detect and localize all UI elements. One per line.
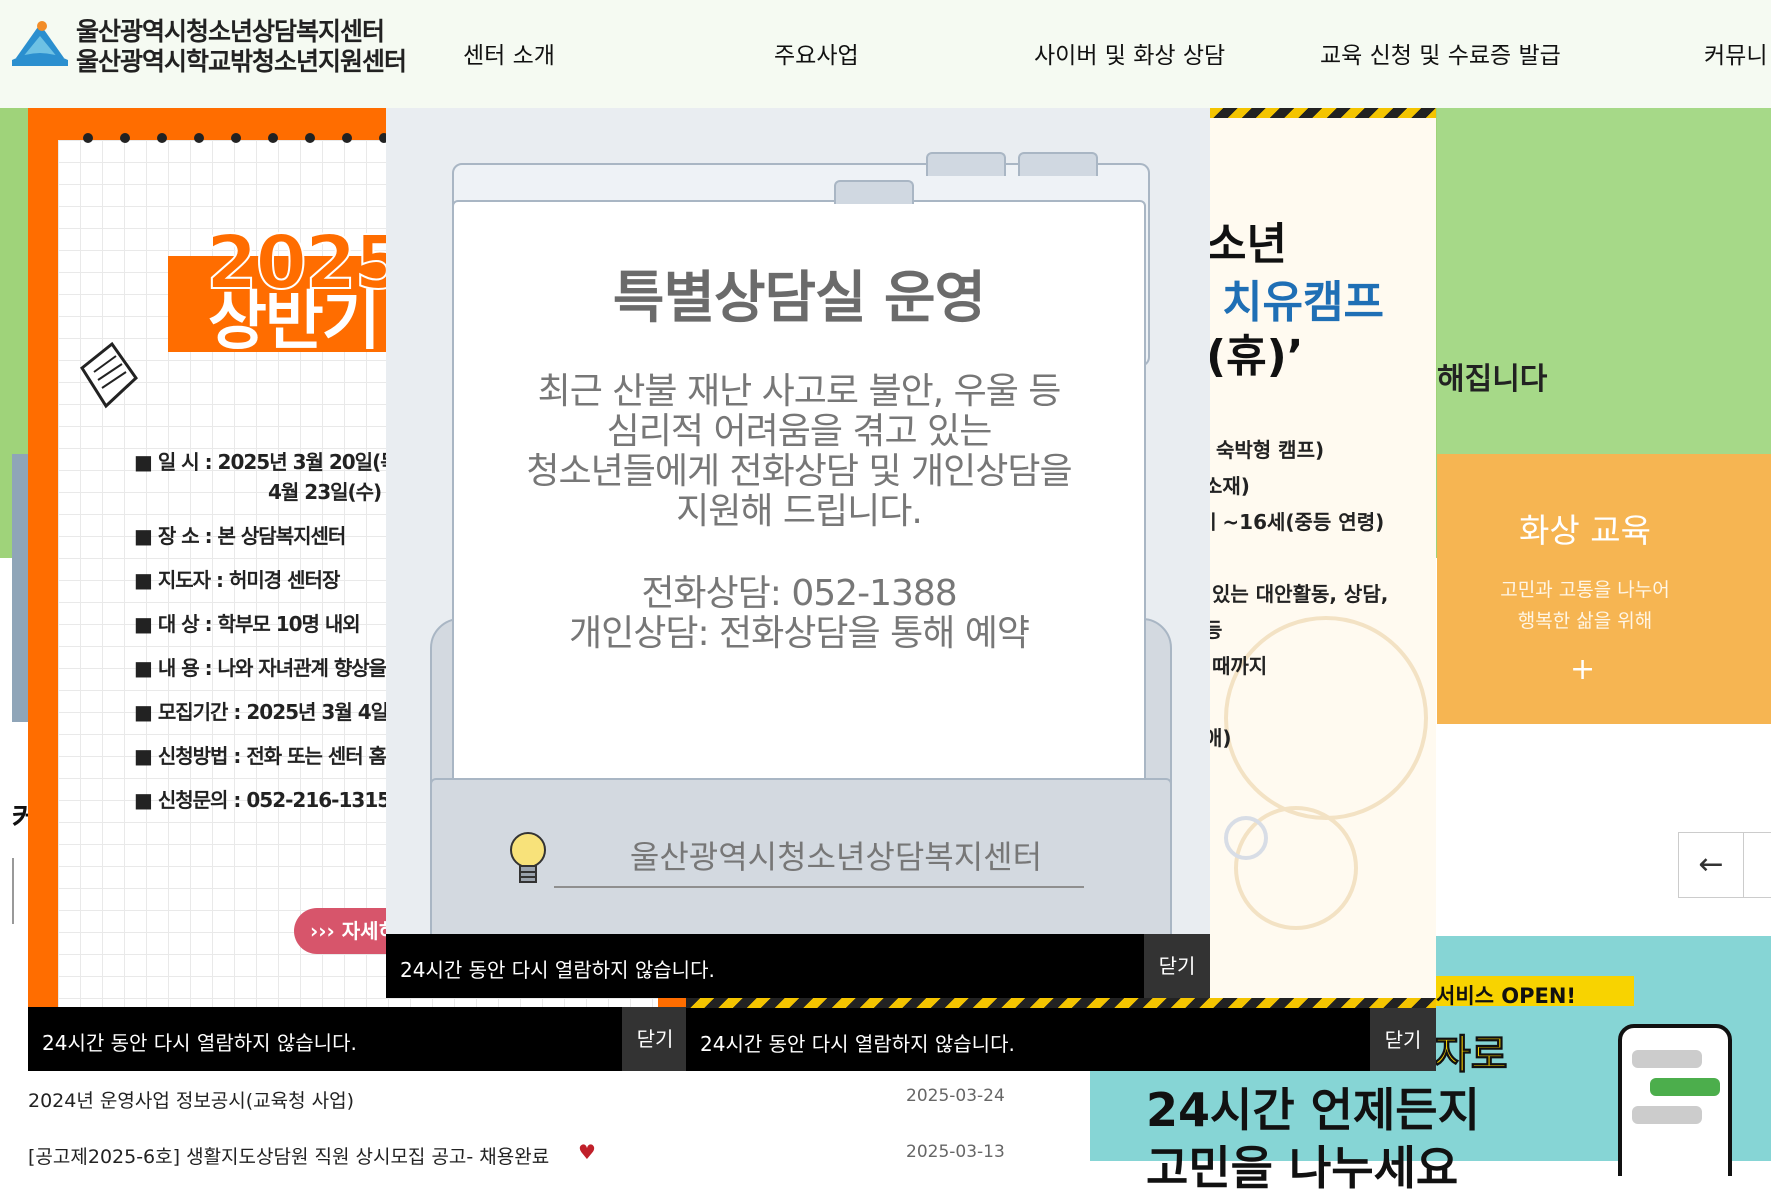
info-row-target: ■ 대 상 : 학부모 10명 내외	[134, 612, 361, 636]
paper-icon	[80, 341, 138, 409]
logo-mark-icon	[12, 21, 68, 66]
close-button[interactable]: 닫기	[622, 1007, 688, 1071]
camp-info-location: 소재)	[1204, 474, 1250, 498]
popup-footer: 24시간 동안 다시 열람하지 않습니다. 닫기	[28, 1007, 688, 1071]
camp-info-type: 숙박형 캠프)	[1216, 438, 1325, 462]
info-row-place: ■ 장 소 : 본 상담복지센터	[134, 524, 346, 548]
input-edge	[12, 858, 14, 924]
info-row-apply-method: ■ 신청방법 : 전화 또는 센터 홈페이	[134, 744, 422, 768]
video-education-sub1: 고민과 고통을 나누어	[1500, 579, 1670, 601]
nav-main-projects[interactable]: 주요사업	[774, 36, 859, 70]
center-name: 울산광역시청소년상담복지센터	[629, 838, 1043, 876]
popup-special-counseling: 특별상담실 운영 최근 산불 재난 사고로 불안, 우울 등 심리적 어려움을 …	[386, 108, 1210, 998]
close-button[interactable]: 닫기	[1370, 1008, 1436, 1071]
underline-divider	[554, 886, 1084, 888]
lightbulb-icon	[510, 832, 546, 883]
news-item-title[interactable]: 2024년 운영사업 정보공시(교육청 사업)	[28, 1086, 354, 1113]
info-row-content: ■ 내 용 : 나와 자녀관계 향상을 위	[134, 656, 410, 680]
hero-text: 해집니다	[1437, 362, 1548, 397]
camp-title-line1: 소년	[1206, 219, 1287, 270]
info-row-date-end: 4월 23일(수) (	[268, 480, 396, 504]
personal-counseling: 개인상담: 전화상담을 통해 예약	[568, 613, 1030, 654]
special-counseling-title: 특별상담실 운영	[612, 266, 986, 331]
folder-tab	[1018, 152, 1098, 176]
camp-info-content: 있는 대안활동, 상담,	[1212, 582, 1389, 606]
camp-info-age: ㅣ~16세(중등 연령)	[1204, 510, 1385, 534]
folder-tab	[834, 180, 914, 204]
plus-icon[interactable]: +	[1570, 652, 1595, 687]
info-row-instructor: ■ 지도자 : 허미경 센터장	[134, 568, 340, 592]
nav-education-certificate[interactable]: 교육 신청 및 수료증 발급	[1320, 36, 1561, 70]
popup-footer: 24시간 동안 다시 열람하지 않습니다. 닫기	[686, 1008, 1436, 1071]
info-row-recruit-period: ■ 모집기간 : 2025년 3월 4일(화)-	[134, 700, 430, 724]
site-logo[interactable]: 울산광역시청소년상담복지센터 울산광역시학교밖청소년지원센터	[12, 12, 407, 76]
arrow-left-icon[interactable]: ←	[1678, 832, 1744, 898]
site-header: 울산광역시청소년상담복지센터 울산광역시학교밖청소년지원센터 센터 소개 주요사…	[0, 0, 1771, 108]
camp-title-line3: (휴)’	[1206, 331, 1304, 382]
info-row-inquiry: ■ 신청문의 : 052-216-1315(지	[134, 788, 417, 812]
notice-body-line4: 지원해 드립니다.	[676, 491, 923, 532]
hazard-stripe-bottom	[686, 998, 1436, 1008]
logo-title-line2: 울산광역시학교밖청소년지원센터	[76, 47, 407, 76]
folder-tab	[926, 152, 1006, 176]
hero-right-panel: 해집니다	[1437, 108, 1771, 454]
popup-footer: 24시간 동안 다시 열람하지 않습니다. 닫기	[386, 934, 1210, 998]
nav-center-intro[interactable]: 센터 소개	[463, 36, 555, 70]
dont-show-24h-link[interactable]: 24시간 동안 다시 열람하지 않습니다.	[42, 1027, 357, 1056]
dont-show-24h-link[interactable]: 24시간 동안 다시 열람하지 않습니다.	[700, 1028, 1015, 1057]
news-item-title[interactable]: [공고제2025-6호] 생활지도상담원 직원 상시모집 공고- 채용완료	[28, 1142, 549, 1169]
camp-info-deadline: 때까지	[1212, 654, 1268, 678]
promo-line3: 고민을 나누세요	[1146, 1141, 1459, 1195]
nav-cyber-video-counseling[interactable]: 사이버 및 화상 상담	[1034, 36, 1225, 70]
news-item-date: 2025-03-24	[906, 1086, 1005, 1106]
phone-icon	[1618, 1024, 1732, 1176]
promo-line2: 24시간 언제든지	[1146, 1083, 1480, 1137]
video-education-sub2: 행복한 삶을 위해	[1517, 610, 1653, 632]
info-row-date: ■ 일 시 : 2025년 3월 20일(목)~	[134, 450, 423, 474]
video-education-title: 화상 교육	[1519, 511, 1651, 550]
promo-badge: 서비스 OPEN!	[1436, 984, 1577, 1008]
nav-community[interactable]: 커뮤니	[1704, 36, 1767, 70]
promo-line1: 자로	[1434, 1032, 1509, 1079]
next-arrow-button[interactable]	[1743, 832, 1771, 898]
close-button[interactable]: 닫기	[1144, 934, 1210, 998]
news-item-date: 2025-03-13	[906, 1142, 1005, 1162]
heart-icon: ♥	[578, 1140, 596, 1164]
dont-show-24h-link[interactable]: 24시간 동안 다시 열람하지 않습니다.	[400, 954, 715, 983]
